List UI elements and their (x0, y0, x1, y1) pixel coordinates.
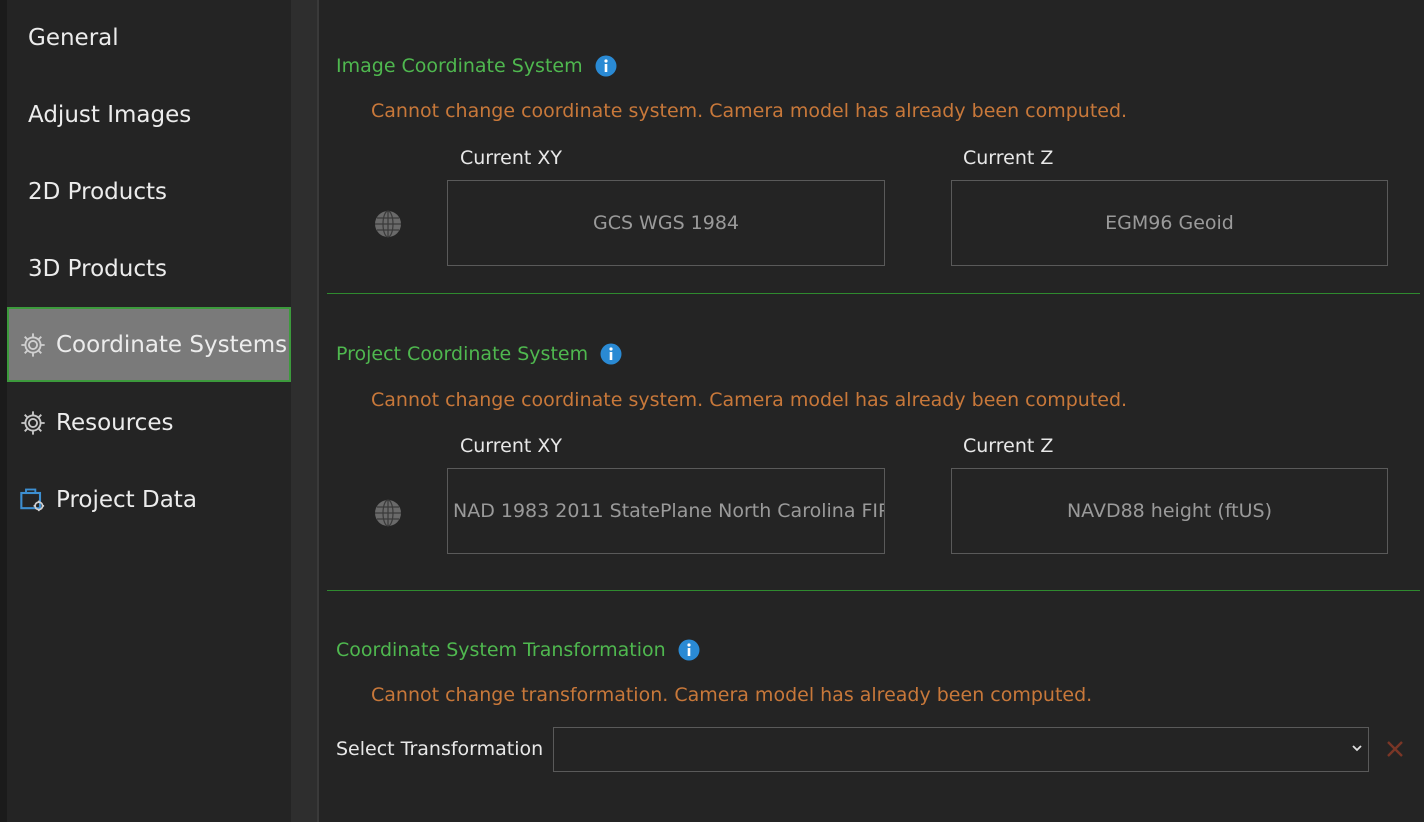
image-cs-xy-label: Current XY (460, 147, 563, 169)
section-title-text: Image Coordinate System (336, 55, 583, 77)
image-cs-title: Image Coordinate System (336, 55, 617, 77)
gear-icon (18, 330, 48, 360)
sidebar-item-3d-products[interactable]: 3D Products (7, 233, 291, 305)
sidebar-item-label: Coordinate Systems (56, 331, 288, 358)
sidebar-item-label: Project Data (56, 487, 197, 513)
sidebar-item-label: General (28, 25, 119, 51)
transformation-title: Coordinate System Transformation (336, 639, 700, 661)
sidebar-item-coordinate-systems[interactable]: Coordinate Systems (7, 307, 291, 382)
window-edge (0, 0, 7, 822)
project-cs-z-field[interactable]: NAVD88 height (ftUS) (951, 468, 1388, 554)
image-cs-xy-value: GCS WGS 1984 (592, 212, 740, 234)
sidebar-item-adjust-images[interactable]: Adjust Images (7, 79, 291, 151)
image-cs-z-value: EGM96 Geoid (1105, 212, 1234, 234)
sidebar-item-label: 2D Products (28, 179, 167, 205)
project-cs-title: Project Coordinate System (336, 343, 622, 365)
gear-icon (18, 408, 48, 438)
info-icon[interactable] (678, 639, 700, 661)
image-cs-warning: Cannot change coordinate system. Camera … (371, 100, 1128, 122)
image-cs-xy-field[interactable]: GCS WGS 1984 (447, 180, 885, 266)
sidebar-item-2d-products[interactable]: 2D Products (7, 156, 291, 228)
sidebar-item-label: Resources (56, 410, 174, 436)
close-icon (1387, 741, 1403, 757)
project-cs-z-value: NAVD88 height (ftUS) (1066, 500, 1273, 522)
splitter[interactable] (291, 0, 319, 822)
select-transformation-dropdown[interactable] (553, 727, 1369, 772)
sidebar-item-label: Adjust Images (28, 102, 192, 128)
clear-transformation-button[interactable] (1384, 738, 1406, 760)
transformation-warning: Cannot change transformation. Camera mod… (371, 684, 1093, 706)
section-title-text: Project Coordinate System (336, 343, 589, 365)
project-cs-xy-label: Current XY (460, 435, 563, 457)
project-cs-warning: Cannot change coordinate system. Camera … (371, 389, 1128, 411)
sidebar-item-project-data[interactable]: Project Data (7, 464, 291, 536)
project-data-icon (18, 485, 48, 515)
select-transformation-label: Select Transformation (336, 738, 544, 760)
image-cs-z-label: Current Z (963, 147, 1054, 169)
project-cs-z-label: Current Z (963, 435, 1054, 457)
image-cs-z-field[interactable]: EGM96 Geoid (951, 180, 1388, 266)
project-cs-xy-value: NAD 1983 2011 StatePlane North Carolina … (453, 500, 885, 522)
section-divider (327, 590, 1420, 591)
globe-icon (374, 210, 402, 238)
sidebar: General Adjust Images 2D Products 3D Pro… (7, 0, 291, 822)
sidebar-item-label: 3D Products (28, 256, 167, 282)
section-title-text: Coordinate System Transformation (336, 639, 666, 661)
section-divider (327, 293, 1420, 294)
globe-icon (374, 499, 402, 527)
info-icon[interactable] (595, 55, 617, 77)
sidebar-item-general[interactable]: General (7, 2, 291, 74)
sidebar-item-resources[interactable]: Resources (7, 387, 291, 459)
info-icon[interactable] (600, 343, 622, 365)
chevron-down-icon (1350, 740, 1364, 759)
project-cs-xy-field[interactable]: NAD 1983 2011 StatePlane North Carolina … (447, 468, 885, 554)
